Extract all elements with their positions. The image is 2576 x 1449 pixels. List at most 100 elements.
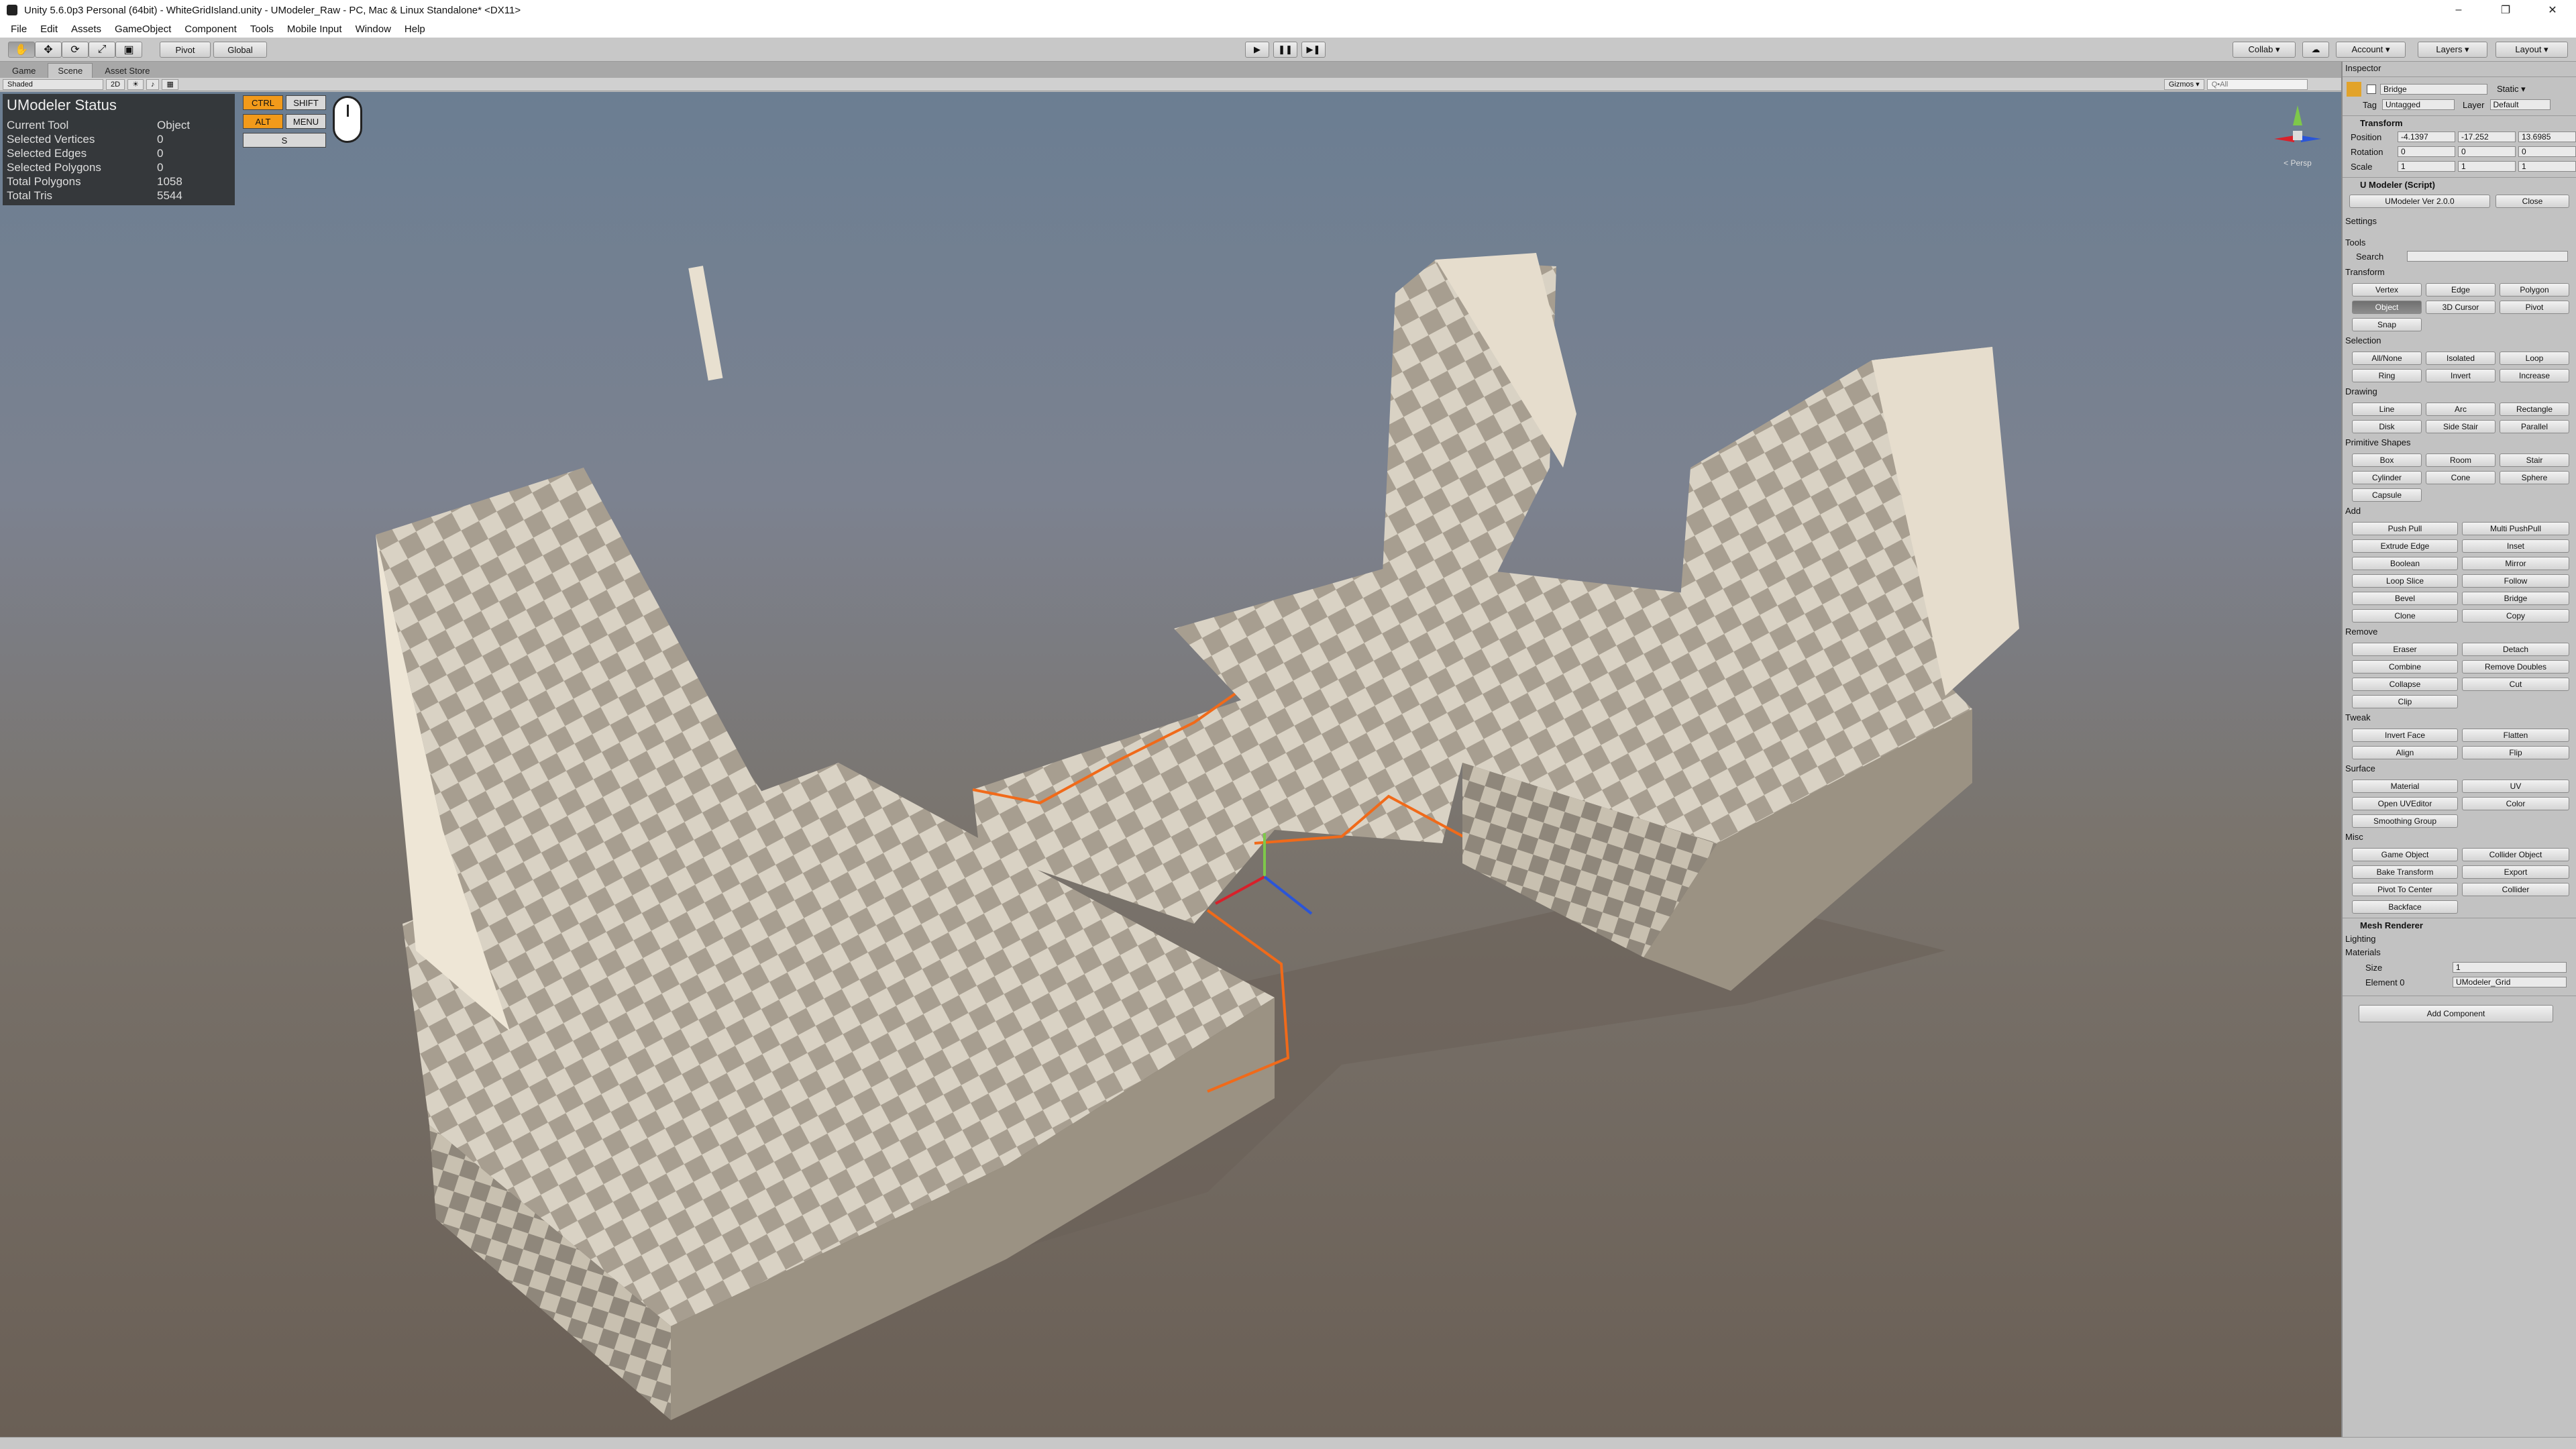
- detach-button[interactable]: Detach: [2462, 643, 2569, 656]
- layout-dropdown[interactable]: Layout ▾: [2496, 42, 2568, 58]
- gizmo-z-axis[interactable]: [1263, 875, 1313, 915]
- smoothing-group-button[interactable]: Smoothing Group: [2352, 814, 2458, 828]
- section-drawing[interactable]: Drawing: [2345, 386, 2377, 396]
- extrude-edge-button[interactable]: Extrude Edge: [2352, 539, 2458, 553]
- mode-2d-toggle[interactable]: 2D: [106, 78, 125, 90]
- cloud-button[interactable]: ☁: [2302, 42, 2329, 58]
- collapse-button[interactable]: Collapse: [2352, 678, 2458, 691]
- scale-z-field[interactable]: 1: [2518, 161, 2576, 172]
- invert-button[interactable]: Invert: [2426, 369, 2496, 382]
- play-button[interactable]: ▶: [1245, 42, 1269, 58]
- loop-slice-button[interactable]: Loop Slice: [2352, 574, 2458, 588]
- settings-foldout[interactable]: Settings: [2345, 216, 2377, 226]
- position-y-field[interactable]: -17.252: [2458, 131, 2516, 142]
- layer-dropdown[interactable]: Default: [2489, 99, 2551, 110]
- flip-button[interactable]: Flip: [2462, 746, 2569, 759]
- section-tweak[interactable]: Tweak: [2345, 712, 2371, 722]
- scene-search-input[interactable]: Q•All: [2206, 78, 2308, 90]
- bevel-button[interactable]: Bevel: [2352, 592, 2458, 605]
- open-uv-editor-button[interactable]: Open UVEditor: [2352, 797, 2458, 810]
- position-z-field[interactable]: 13.6985: [2518, 131, 2576, 142]
- scale-tool-button[interactable]: ⤢: [89, 42, 115, 58]
- gizmos-dropdown[interactable]: Gizmos ▾: [2163, 78, 2204, 90]
- umodeler-version-button[interactable]: UModeler Ver 2.0.0: [2349, 195, 2490, 208]
- tab-asset-store[interactable]: Asset Store: [95, 63, 159, 78]
- global-toggle[interactable]: Global: [213, 42, 267, 58]
- ring-button[interactable]: Ring: [2352, 369, 2422, 382]
- menu-edit[interactable]: Edit: [40, 23, 58, 35]
- bake-transform-button[interactable]: Bake Transform: [2352, 865, 2458, 879]
- section-add[interactable]: Add: [2345, 506, 2361, 516]
- close-button[interactable]: ✕: [2529, 0, 2576, 20]
- material-button[interactable]: Material: [2352, 780, 2458, 793]
- follow-button[interactable]: Follow: [2462, 574, 2569, 588]
- polygon-button[interactable]: Polygon: [2500, 283, 2569, 297]
- capsule-button[interactable]: Capsule: [2352, 488, 2422, 502]
- object-button[interactable]: Object: [2352, 301, 2422, 314]
- maximize-button[interactable]: ❐: [2482, 0, 2529, 20]
- tools-foldout[interactable]: Tools: [2345, 237, 2365, 248]
- clone-button[interactable]: Clone: [2352, 609, 2458, 623]
- cylinder-button[interactable]: Cylinder: [2352, 471, 2422, 484]
- line-button[interactable]: Line: [2352, 402, 2422, 416]
- increase-button[interactable]: Increase: [2500, 369, 2569, 382]
- uv-button[interactable]: UV: [2462, 780, 2569, 793]
- rotation-y-field[interactable]: 0: [2458, 146, 2516, 157]
- invert-face-button[interactable]: Invert Face: [2352, 729, 2458, 742]
- materials-foldout[interactable]: Materials: [2345, 947, 2381, 957]
- lighting-toggle[interactable]: ☀: [127, 78, 144, 90]
- side-stair-button[interactable]: Side Stair: [2426, 420, 2496, 433]
- section-primitive-shapes[interactable]: Primitive Shapes: [2345, 437, 2411, 447]
- menu-file[interactable]: File: [11, 23, 27, 35]
- rotate-tool-button[interactable]: ⟳: [62, 42, 89, 58]
- section-surface[interactable]: Surface: [2345, 763, 2375, 773]
- scale-x-field[interactable]: 1: [2398, 161, 2455, 172]
- effects-toggle[interactable]: ▦: [162, 78, 178, 90]
- scale-y-field[interactable]: 1: [2458, 161, 2516, 172]
- umodeler-close-button[interactable]: Close: [2496, 195, 2569, 208]
- pause-button[interactable]: ❚❚: [1273, 42, 1297, 58]
- clip-button[interactable]: Clip: [2352, 695, 2458, 708]
- room-button[interactable]: Room: [2426, 453, 2496, 467]
- menu-gameobject[interactable]: GameObject: [115, 23, 171, 35]
- isolated-button[interactable]: Isolated: [2426, 352, 2496, 365]
- collider-object-button[interactable]: Collider Object: [2462, 848, 2569, 861]
- account-dropdown[interactable]: Account ▾: [2336, 42, 2406, 58]
- arc-button[interactable]: Arc: [2426, 402, 2496, 416]
- stair-button[interactable]: Stair: [2500, 453, 2569, 467]
- menu-mobile-input[interactable]: Mobile Input: [287, 23, 342, 35]
- align-button[interactable]: Align: [2352, 746, 2458, 759]
- material-element-field[interactable]: UModeler_Grid: [2453, 977, 2567, 987]
- all-none-button[interactable]: All/None: [2352, 352, 2422, 365]
- sphere-button[interactable]: Sphere: [2500, 471, 2569, 484]
- pivot-button[interactable]: Pivot: [2500, 301, 2569, 314]
- menu-window[interactable]: Window: [356, 23, 391, 35]
- inset-button[interactable]: Inset: [2462, 539, 2569, 553]
- cut-button[interactable]: Cut: [2462, 678, 2569, 691]
- edge-button[interactable]: Edge: [2426, 283, 2496, 297]
- move-tool-button[interactable]: ✥: [35, 42, 62, 58]
- collab-dropdown[interactable]: Collab ▾: [2233, 42, 2296, 58]
- copy-button[interactable]: Copy: [2462, 609, 2569, 623]
- rotation-z-field[interactable]: 0: [2518, 146, 2576, 157]
- combine-button[interactable]: Combine: [2352, 660, 2458, 674]
- scene-viewport[interactable]: UModeler Status Current Tool Object Selec…: [0, 92, 2341, 1437]
- mirror-button[interactable]: Mirror: [2462, 557, 2569, 570]
- section-misc[interactable]: Misc: [2345, 832, 2363, 842]
- tab-game[interactable]: Game: [3, 63, 45, 78]
- hand-tool-button[interactable]: ✋: [8, 42, 35, 58]
- orientation-gizmo[interactable]: < Persp: [2267, 99, 2328, 172]
- transform-header[interactable]: Transform: [2360, 118, 2403, 128]
- object-name-field[interactable]: Bridge: [2380, 84, 2487, 95]
- bridge-button[interactable]: Bridge: [2462, 592, 2569, 605]
- section-remove[interactable]: Remove: [2345, 627, 2377, 637]
- multi-push-pull-button[interactable]: Multi PushPull: [2462, 522, 2569, 535]
- tab-scene[interactable]: Scene: [48, 63, 93, 78]
- flatten-button[interactable]: Flatten: [2462, 729, 2569, 742]
- mesh-renderer-header[interactable]: Mesh Renderer: [2360, 920, 2423, 930]
- static-toggle[interactable]: Static ▾: [2497, 84, 2526, 95]
- materials-size-field[interactable]: 1: [2453, 962, 2567, 973]
- rectangle-button[interactable]: Rectangle: [2500, 402, 2569, 416]
- layers-dropdown[interactable]: Layers ▾: [2418, 42, 2487, 58]
- collider-button[interactable]: Collider: [2462, 883, 2569, 896]
